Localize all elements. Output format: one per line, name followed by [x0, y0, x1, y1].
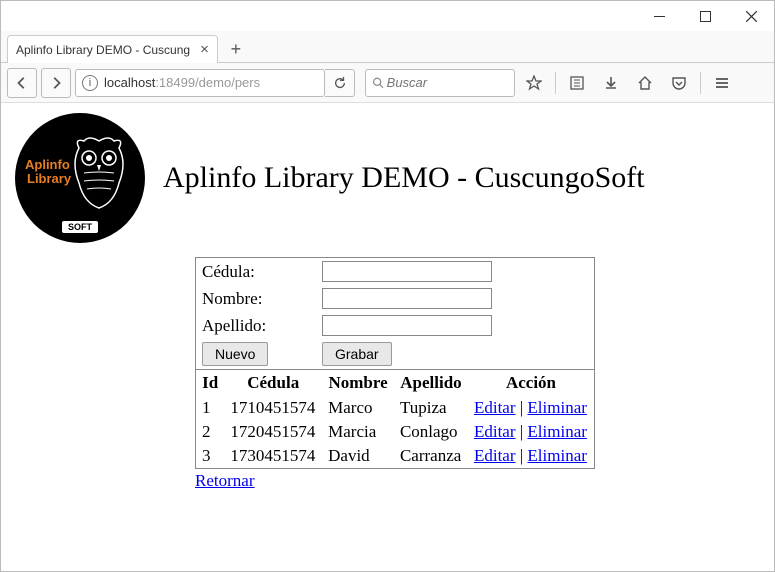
new-tab-button[interactable]: +: [222, 36, 250, 62]
cell-id: 3: [196, 444, 225, 469]
toolbar-separator: [700, 72, 701, 94]
page-content: Aplinfo Library SOFT Aplinfo Library DEM…: [1, 103, 774, 571]
cedula-input[interactable]: [322, 261, 492, 282]
cell-nombre: David: [322, 444, 394, 469]
col-apellido: Apellido: [394, 370, 468, 396]
search-bar[interactable]: [365, 69, 515, 97]
logo: Aplinfo Library SOFT: [15, 113, 145, 243]
browser-tab[interactable]: Aplinfo Library DEMO - Cuscung ×: [7, 35, 218, 63]
page-header: Aplinfo Library SOFT Aplinfo Library DEM…: [15, 113, 760, 243]
delete-link[interactable]: Eliminar: [527, 398, 586, 417]
table-row: 3 1730451574 David Carranza Editar | Eli…: [196, 444, 595, 469]
table-row: 1 1710451574 Marco Tupiza Editar | Elimi…: [196, 396, 595, 420]
cell-apellido: Carranza: [394, 444, 468, 469]
url-bar[interactable]: i localhost:18499/demo/pers: [75, 69, 325, 97]
tab-title: Aplinfo Library DEMO - Cuscung: [16, 43, 190, 57]
search-input[interactable]: [385, 74, 508, 91]
cell-cedula: 1720451574: [224, 420, 322, 444]
page-title: Aplinfo Library DEMO - CuscungoSoft: [163, 161, 645, 195]
cell-nombre: Marcia: [322, 420, 394, 444]
window-titlebar: [1, 1, 774, 31]
menu-icon[interactable]: [707, 68, 737, 98]
nombre-label: Nombre:: [196, 285, 317, 312]
apellido-input[interactable]: [322, 315, 492, 336]
cell-id: 2: [196, 420, 225, 444]
logo-soft-badge: SOFT: [62, 221, 98, 233]
owl-icon: [69, 133, 129, 213]
table-row: 2 1720451574 Marcia Conlago Editar | Eli…: [196, 420, 595, 444]
nuevo-button[interactable]: Nuevo: [202, 342, 268, 366]
home-icon[interactable]: [630, 68, 660, 98]
back-button[interactable]: [7, 68, 37, 98]
info-icon[interactable]: i: [82, 75, 98, 91]
col-accion: Acción: [468, 370, 595, 396]
cell-apellido: Tupiza: [394, 396, 468, 420]
browser-window: Aplinfo Library DEMO - Cuscung × + i loc…: [0, 0, 775, 572]
pocket-icon[interactable]: [664, 68, 694, 98]
search-icon: [372, 76, 385, 90]
reader-icon[interactable]: [562, 68, 592, 98]
close-window-button[interactable]: [728, 1, 774, 31]
url-host: localhost: [104, 75, 155, 90]
delete-link[interactable]: Eliminar: [527, 422, 586, 441]
data-table: Id Cédula Nombre Apellido Acción 1 17104…: [195, 370, 595, 469]
logo-line2: Library: [27, 171, 71, 186]
toolbar-separator: [555, 72, 556, 94]
nombre-input[interactable]: [322, 288, 492, 309]
minimize-button[interactable]: [636, 1, 682, 31]
edit-link[interactable]: Editar: [474, 398, 516, 417]
reload-button[interactable]: [325, 69, 355, 97]
logo-line1: Aplinfo: [25, 157, 70, 172]
edit-link[interactable]: Editar: [474, 446, 516, 465]
cell-nombre: Marco: [322, 396, 394, 420]
downloads-icon[interactable]: [596, 68, 626, 98]
delete-link[interactable]: Eliminar: [527, 446, 586, 465]
return-link[interactable]: Retornar: [195, 471, 254, 491]
bookmark-star-icon[interactable]: [519, 68, 549, 98]
form-table: Cédula: Nombre: Apellido: Nuevo Grabar: [195, 257, 595, 370]
cell-cedula: 1710451574: [224, 396, 322, 420]
cell-apellido: Conlago: [394, 420, 468, 444]
col-id: Id: [196, 370, 225, 396]
cell-id: 1: [196, 396, 225, 420]
edit-link[interactable]: Editar: [474, 422, 516, 441]
maximize-button[interactable]: [682, 1, 728, 31]
browser-toolbar: i localhost:18499/demo/pers: [1, 63, 774, 103]
cedula-label: Cédula:: [196, 258, 317, 286]
close-tab-icon[interactable]: ×: [200, 41, 209, 58]
table-header-row: Id Cédula Nombre Apellido Acción: [196, 370, 595, 396]
cell-cedula: 1730451574: [224, 444, 322, 469]
content-box: Cédula: Nombre: Apellido: Nuevo Grabar: [195, 257, 595, 491]
grabar-button[interactable]: Grabar: [322, 342, 392, 366]
forward-button[interactable]: [41, 68, 71, 98]
tab-strip: Aplinfo Library DEMO - Cuscung × +: [1, 31, 774, 63]
col-cedula: Cédula: [224, 370, 322, 396]
url-path: :18499/demo/pers: [155, 75, 260, 90]
apellido-label: Apellido:: [196, 312, 317, 339]
col-nombre: Nombre: [322, 370, 394, 396]
